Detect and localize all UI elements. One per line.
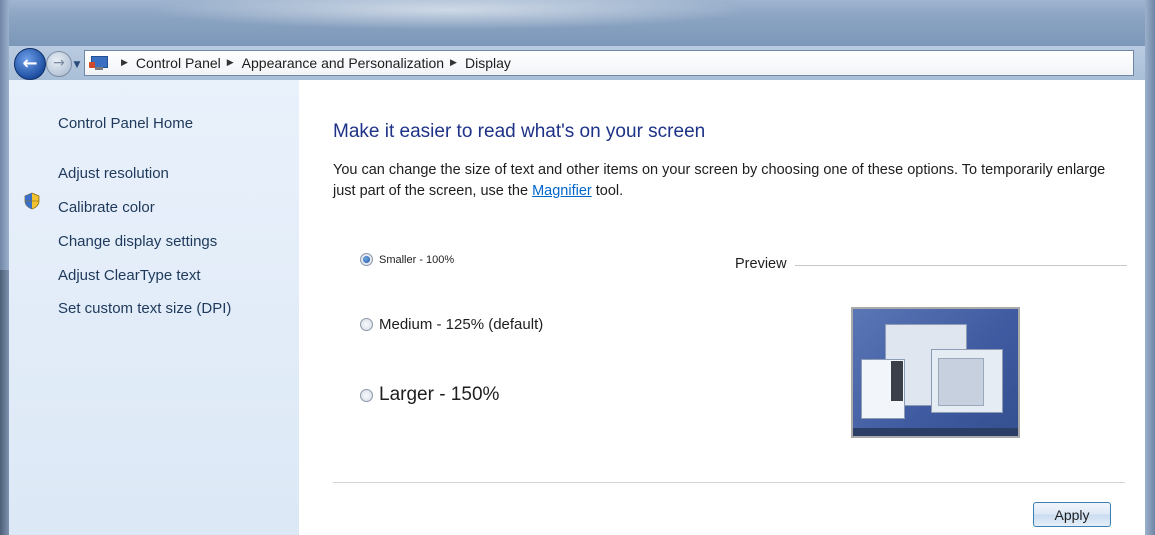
breadcrumb-separator-icon[interactable]: ▶ (227, 58, 234, 68)
option-smaller[interactable]: Smaller - 100% (360, 253, 454, 266)
back-button[interactable]: ← (14, 48, 46, 80)
section-divider (333, 482, 1125, 483)
breadcrumb-separator-icon[interactable]: ▶ (121, 58, 128, 68)
sidebar-item-adjust-cleartype[interactable]: Adjust ClearType text (58, 267, 201, 284)
page-description: You can change the size of text and othe… (333, 162, 1106, 199)
breadcrumb-display[interactable]: Display (465, 55, 511, 71)
sidebar-item-adjust-resolution[interactable]: Adjust resolution (58, 165, 169, 182)
back-arrow-icon: ← (22, 53, 38, 74)
medium-radio[interactable] (360, 318, 373, 331)
larger-radio[interactable] (360, 388, 373, 402)
breadcrumb-appearance[interactable]: Appearance and Personalization (242, 55, 444, 71)
window-frame-left-shadow (0, 270, 9, 535)
window-frame-right (1145, 0, 1155, 535)
shield-icon (24, 192, 40, 210)
sidebar-item-change-display-settings[interactable]: Change display settings (58, 233, 217, 250)
option-larger[interactable]: Larger - 150% (360, 384, 499, 406)
preview-divider (795, 265, 1127, 266)
chevron-down-icon: ▼ (73, 60, 81, 70)
magnifier-link[interactable]: Magnifier (532, 183, 592, 199)
forward-arrow-icon: → (53, 55, 65, 71)
larger-label: Larger - 150% (379, 384, 500, 405)
preview-label: Preview (735, 256, 787, 272)
medium-label: Medium - 125% (default) (379, 316, 544, 333)
recent-pages-button[interactable]: ▼ (72, 60, 82, 70)
sidebar-item-calibrate-color[interactable]: Calibrate color (58, 199, 155, 216)
preview-image (851, 307, 1020, 438)
page-title: Make it easier to read what's on your sc… (333, 121, 706, 142)
address-bar[interactable]: ▶ Control Panel ▶ Appearance and Persona… (84, 50, 1134, 76)
option-medium[interactable]: Medium - 125% (default) (360, 316, 543, 333)
breadcrumb-control-panel[interactable]: Control Panel (136, 55, 221, 71)
breadcrumb-separator-icon[interactable]: ▶ (450, 58, 457, 68)
apply-button[interactable]: Apply (1033, 502, 1111, 527)
sidebar-item-custom-dpi[interactable]: Set custom text size (DPI) (58, 300, 231, 317)
window-title-bar (0, 0, 1155, 46)
forward-button[interactable]: → (46, 51, 72, 77)
control-panel-icon (89, 55, 109, 71)
sidebar-item-control-panel-home[interactable]: Control Panel Home (58, 115, 193, 132)
smaller-radio[interactable] (360, 253, 373, 266)
smaller-label: Smaller - 100% (379, 253, 455, 266)
